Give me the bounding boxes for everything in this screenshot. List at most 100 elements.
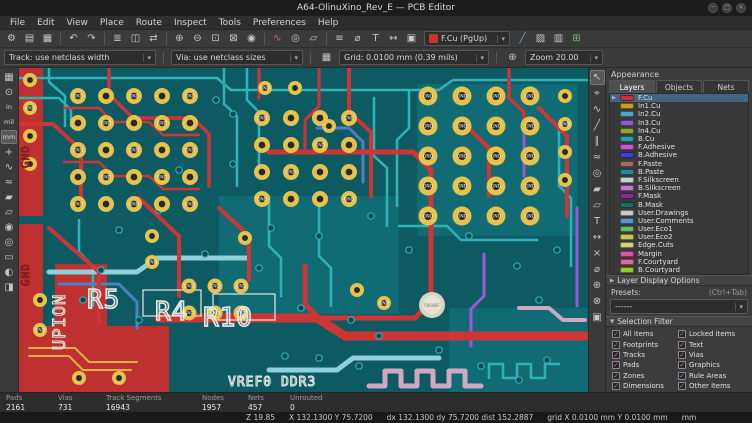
cursor-style-button[interactable]: + (1, 145, 17, 159)
layer-row-user-drawings[interactable]: User.Drawings (610, 209, 748, 217)
checkbox-icon[interactable]: ✓ (678, 372, 686, 380)
units-mil-button[interactable]: mil (1, 115, 17, 129)
undo-button[interactable]: ↶ (65, 31, 82, 46)
swap-layers-button[interactable]: ↔ (385, 31, 402, 46)
select-tool-button[interactable]: ↖ (590, 70, 605, 85)
layer-color-swatch[interactable] (620, 202, 634, 208)
filter-dimensions[interactable]: ✓Dimensions (612, 381, 678, 391)
pcb-canvas[interactable]: GNDGNDGNDGNDGNDGNDGNDGNDGNDGNDGNDGNDGNDG… (19, 68, 588, 392)
minimize-button[interactable]: ─ (708, 3, 718, 13)
route-single-track-button[interactable]: ╱ (514, 31, 531, 46)
zoom-redraw-button[interactable]: ◉ (243, 31, 260, 46)
footprint-editor-button[interactable]: ≡ (331, 31, 348, 46)
save-board-button[interactable]: ▦ (39, 31, 56, 46)
layer-color-swatch[interactable] (620, 234, 634, 240)
layer-row-f-courtyard[interactable]: F.Courtyard (610, 258, 748, 266)
track-width-icon[interactable]: ∿ (269, 31, 286, 46)
zone-outline-mode-button[interactable]: ▱ (1, 205, 17, 219)
filter-zones[interactable]: ✓Zones (612, 371, 678, 381)
checkbox-icon[interactable]: ✓ (678, 351, 686, 359)
layer-row-f-silkscreen[interactable]: F.Silkscreen (610, 176, 748, 184)
menu-file[interactable]: File (4, 16, 31, 30)
maximize-button[interactable]: □ (722, 3, 732, 13)
zone-display-button[interactable]: ▱ (305, 31, 322, 46)
checkbox-icon[interactable]: ✓ (612, 361, 620, 369)
zone-tool-button[interactable]: ▰ (590, 182, 605, 197)
tab-objects[interactable]: Objects (656, 80, 702, 93)
zoom-out-button[interactable]: ⊖ (189, 31, 206, 46)
layer-row-f-paste[interactable]: F.Paste (610, 160, 748, 168)
tracks-outline-button[interactable]: ▭ (1, 250, 17, 264)
tab-nets[interactable]: Nets (703, 80, 749, 93)
zoom-fit-button[interactable]: ⊡ (207, 31, 224, 46)
delete-tool-button[interactable]: × (590, 246, 605, 261)
layer-row-in4-cu[interactable]: In4.Cu (610, 127, 748, 135)
3d-viewer-button[interactable]: ▣ (403, 31, 420, 46)
ratsnest-button[interactable]: ∿ (1, 160, 17, 174)
tune-track-tool-button[interactable]: ≈ (590, 150, 605, 165)
layer-color-swatch[interactable] (620, 136, 634, 142)
layer-row-user-comments[interactable]: User.Comments (610, 217, 748, 225)
menu-help[interactable]: Help (312, 16, 345, 30)
layer-row-in2-cu[interactable]: In2.Cu (610, 110, 748, 118)
zone-fill-mode-button[interactable]: ▰ (1, 190, 17, 204)
zoom-in-button[interactable]: ⊕ (171, 31, 188, 46)
local-ratsnest-button[interactable]: ∿ (590, 102, 605, 117)
layer-row-in1-cu[interactable]: In1.Cu (610, 102, 748, 110)
filter-graphics[interactable]: ✓Graphics (678, 360, 750, 370)
print-button[interactable]: ≣ (109, 31, 126, 46)
filter-text[interactable]: ✓Text (678, 340, 750, 350)
pads-outline-button[interactable]: ◉ (1, 220, 17, 234)
checkbox-icon[interactable]: ✓ (612, 382, 620, 390)
text-tool-button[interactable]: T (590, 214, 605, 229)
drc-button[interactable]: ⌀ (349, 31, 366, 46)
menu-view[interactable]: View (61, 16, 94, 30)
layer-row-b-mask[interactable]: B.Mask (610, 200, 748, 208)
layer-row-f-cu[interactable]: ▶F.Cu (610, 94, 748, 102)
menu-preferences[interactable]: Preferences (247, 16, 312, 30)
scripting-console-button[interactable]: ▥ (550, 31, 567, 46)
open-board-button[interactable]: ▤ (21, 31, 38, 46)
grid-visibility-button[interactable]: ▦ (1, 70, 17, 84)
grid-settings-button[interactable]: ⊞ (568, 31, 585, 46)
appearance-manager-button[interactable]: ◨ (1, 280, 17, 294)
layer-color-swatch[interactable] (620, 111, 634, 117)
filter-all-items[interactable]: ✓All items (612, 329, 678, 339)
filter-tracks[interactable]: ✓Tracks (612, 350, 678, 360)
checkbox-icon[interactable]: ✓ (678, 361, 686, 369)
layer-color-swatch[interactable] (620, 128, 634, 134)
close-button[interactable]: × (736, 3, 746, 13)
board-stackup-button[interactable]: ▨ (532, 31, 549, 46)
redo-button[interactable]: ↷ (83, 31, 100, 46)
layer-color-swatch[interactable] (620, 120, 634, 126)
checkbox-icon[interactable]: ✓ (678, 382, 686, 390)
drill-origin-button[interactable]: ⊗ (590, 294, 605, 309)
via-tool-button[interactable]: ◎ (590, 166, 605, 181)
layer-color-swatch[interactable] (620, 169, 634, 175)
highlight-net-tool-button[interactable]: ⌖ (590, 86, 605, 101)
layer-row-f-adhesive[interactable]: F.Adhesive (610, 143, 748, 151)
route-track-tool-button[interactable]: ╱ (590, 118, 605, 133)
high-contrast-button[interactable]: ◐ (1, 265, 17, 279)
menu-route[interactable]: Route (130, 16, 168, 30)
layer-row-in3-cu[interactable]: In3.Cu (610, 119, 748, 127)
layer-color-swatch[interactable] (620, 251, 634, 257)
menu-tools[interactable]: Tools (213, 16, 247, 30)
layer-color-swatch[interactable] (620, 161, 634, 167)
layer-row-f-mask[interactable]: F.Mask (610, 192, 748, 200)
layer-color-swatch[interactable] (620, 210, 634, 216)
layer-row-b-silkscreen[interactable]: B.Silkscreen (610, 184, 748, 192)
layer-color-swatch[interactable] (620, 226, 634, 232)
checkbox-icon[interactable]: ✓ (678, 330, 686, 338)
filter-rule-areas[interactable]: ✓Rule Areas (678, 371, 750, 381)
measure-tool-button[interactable]: ⌀ (590, 262, 605, 277)
layer-row-edge-cuts[interactable]: Edge.Cuts (610, 241, 748, 249)
layer-color-swatch[interactable] (620, 267, 634, 273)
keepout-tool-button[interactable]: ▱ (590, 198, 605, 213)
tab-layers[interactable]: Layers (609, 80, 655, 93)
curved-ratsnest-button[interactable]: ≈ (1, 175, 17, 189)
layer-color-swatch[interactable] (620, 152, 634, 158)
checkbox-icon[interactable]: ✓ (612, 341, 620, 349)
origin-tool-button[interactable]: ⊕ (590, 278, 605, 293)
units-mm-button[interactable]: mm (1, 130, 17, 144)
